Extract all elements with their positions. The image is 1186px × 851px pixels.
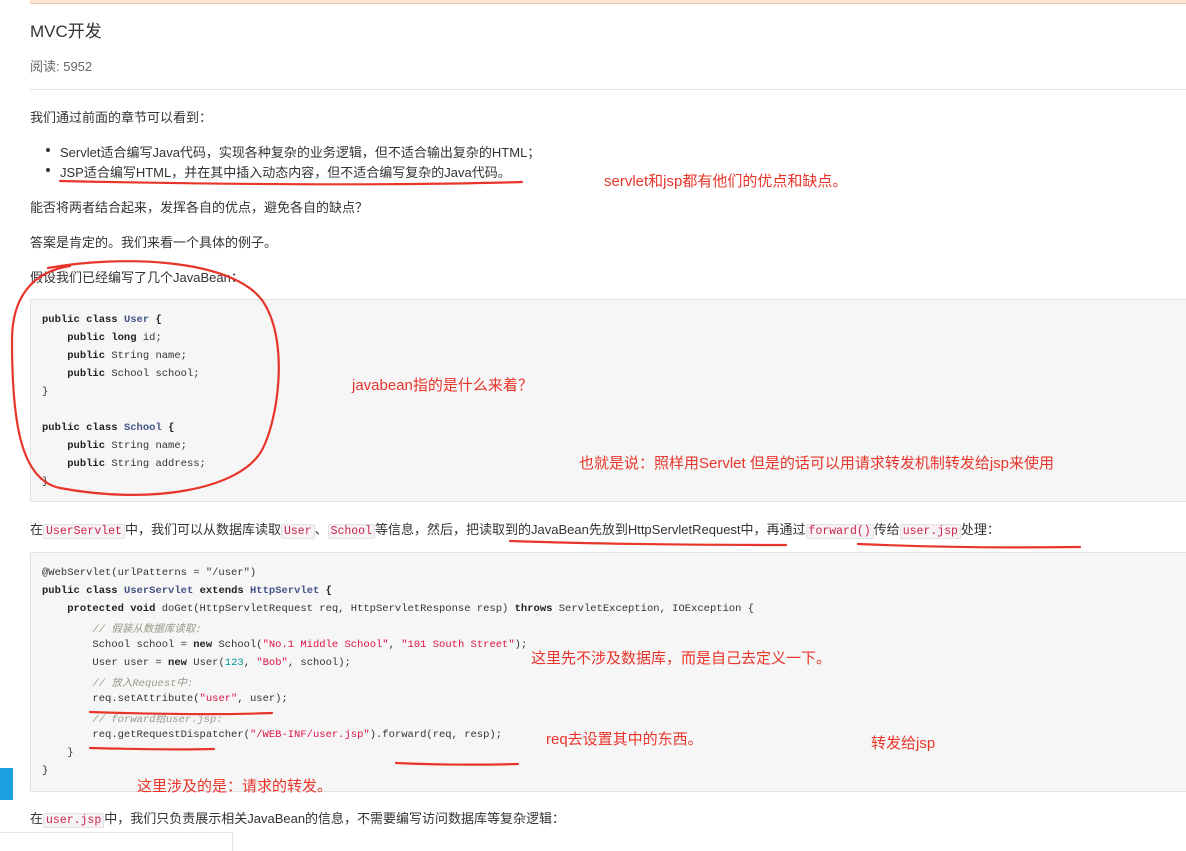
code-line: public String name; (67, 440, 187, 452)
divider (30, 89, 1186, 90)
annotation-text: req去设置其中的东西。 (546, 731, 703, 748)
code-line: public class UserServlet extends HttpSer… (42, 585, 332, 597)
inline-code: School (327, 524, 375, 539)
read-count: 阅读: 5952 (30, 59, 93, 74)
code-line: } (42, 476, 49, 488)
inline-code: user.jsp (43, 813, 105, 828)
side-tab[interactable] (0, 768, 13, 800)
inline-code: forward() (805, 524, 874, 539)
code-line: } (42, 386, 49, 398)
code-comment: // 放入Request中: (92, 678, 194, 690)
code-line: public long id; (67, 332, 162, 344)
bottom-panel (0, 832, 233, 851)
code-line: } (67, 747, 74, 759)
code-line: public class School { (42, 422, 175, 434)
annotation-text: 转发给jsp (871, 735, 936, 752)
code-line: public String address; (67, 458, 206, 470)
underline-stroke (508, 539, 788, 547)
code-line: req.setAttribute("user", user); (92, 693, 288, 705)
code-line: } (42, 765, 49, 777)
code-line: public School school; (67, 368, 200, 380)
code-comment: // forward给user.jsp: (92, 714, 223, 726)
code-line: protected void doGet(HttpServletRequest … (67, 603, 755, 615)
code-block-servlet: @WebServlet(urlPatterns = "/user") publi… (30, 552, 1186, 792)
inline-code: User (280, 524, 315, 539)
annotation-text: servlet和jsp都有他们的优点和缺点。 (604, 173, 848, 190)
top-notice-strip (30, 0, 1186, 4)
article-title: MVC开发 (30, 22, 102, 41)
assume-paragraph: 假设我们已经编写了几个JavaBean： (30, 270, 244, 285)
intro-paragraph: 我们通过前面的章节可以看到： (30, 110, 213, 125)
inline-code: UserServlet (43, 524, 125, 539)
code-line: @WebServlet(urlPatterns = "/user") (42, 567, 257, 579)
list-item: Servlet适合编写Java代码，实现各种复杂的业务逻辑，但不适合输出复杂的H… (44, 142, 540, 161)
code-line: public class User { (42, 314, 162, 326)
annotation-text: 这里涉及的是：请求的转发。 (137, 778, 333, 795)
question-paragraph: 能否将两者结合起来，发挥各自的优点，避免各自的缺点？ (30, 200, 369, 215)
annotation-text: 这里先不涉及数据库，而是自己去定义一下。 (531, 650, 832, 667)
code-line: req.getRequestDispatcher("/WEB-INF/user.… (92, 729, 503, 741)
code-line: School school = new School("No.1 Middle … (92, 639, 528, 651)
answer-paragraph: 答案是肯定的。我们来看一个具体的例子。 (30, 235, 278, 250)
servlet-paragraph: 在 UserServlet 中，我们可以从数据库读取 User、 School 等信息，然… (30, 522, 1000, 539)
code-line: User user = new User(123, "Bob", school)… (92, 657, 351, 669)
code-line: public String name; (67, 350, 187, 362)
list-item: JSP适合编写HTML，并在其中插入动态内容，但不适合编写复杂的Java代码。 (44, 162, 511, 181)
jsp-paragraph: 在 user.jsp 中，我们只负责展示相关JavaBean的信息，不需要编写访问数… (30, 811, 566, 828)
annotation-text: javabean指的是什么来着？ (352, 377, 533, 394)
inline-code: user.jsp (899, 524, 961, 539)
underline-stroke (58, 179, 524, 186)
underline-stroke (856, 542, 1082, 549)
code-comment: // 假装从数据库读取: (92, 624, 202, 636)
annotation-text: 也就是说：照样用Servlet 但是的话可以用请求转发机制转发给jsp来使用 (579, 455, 1055, 472)
